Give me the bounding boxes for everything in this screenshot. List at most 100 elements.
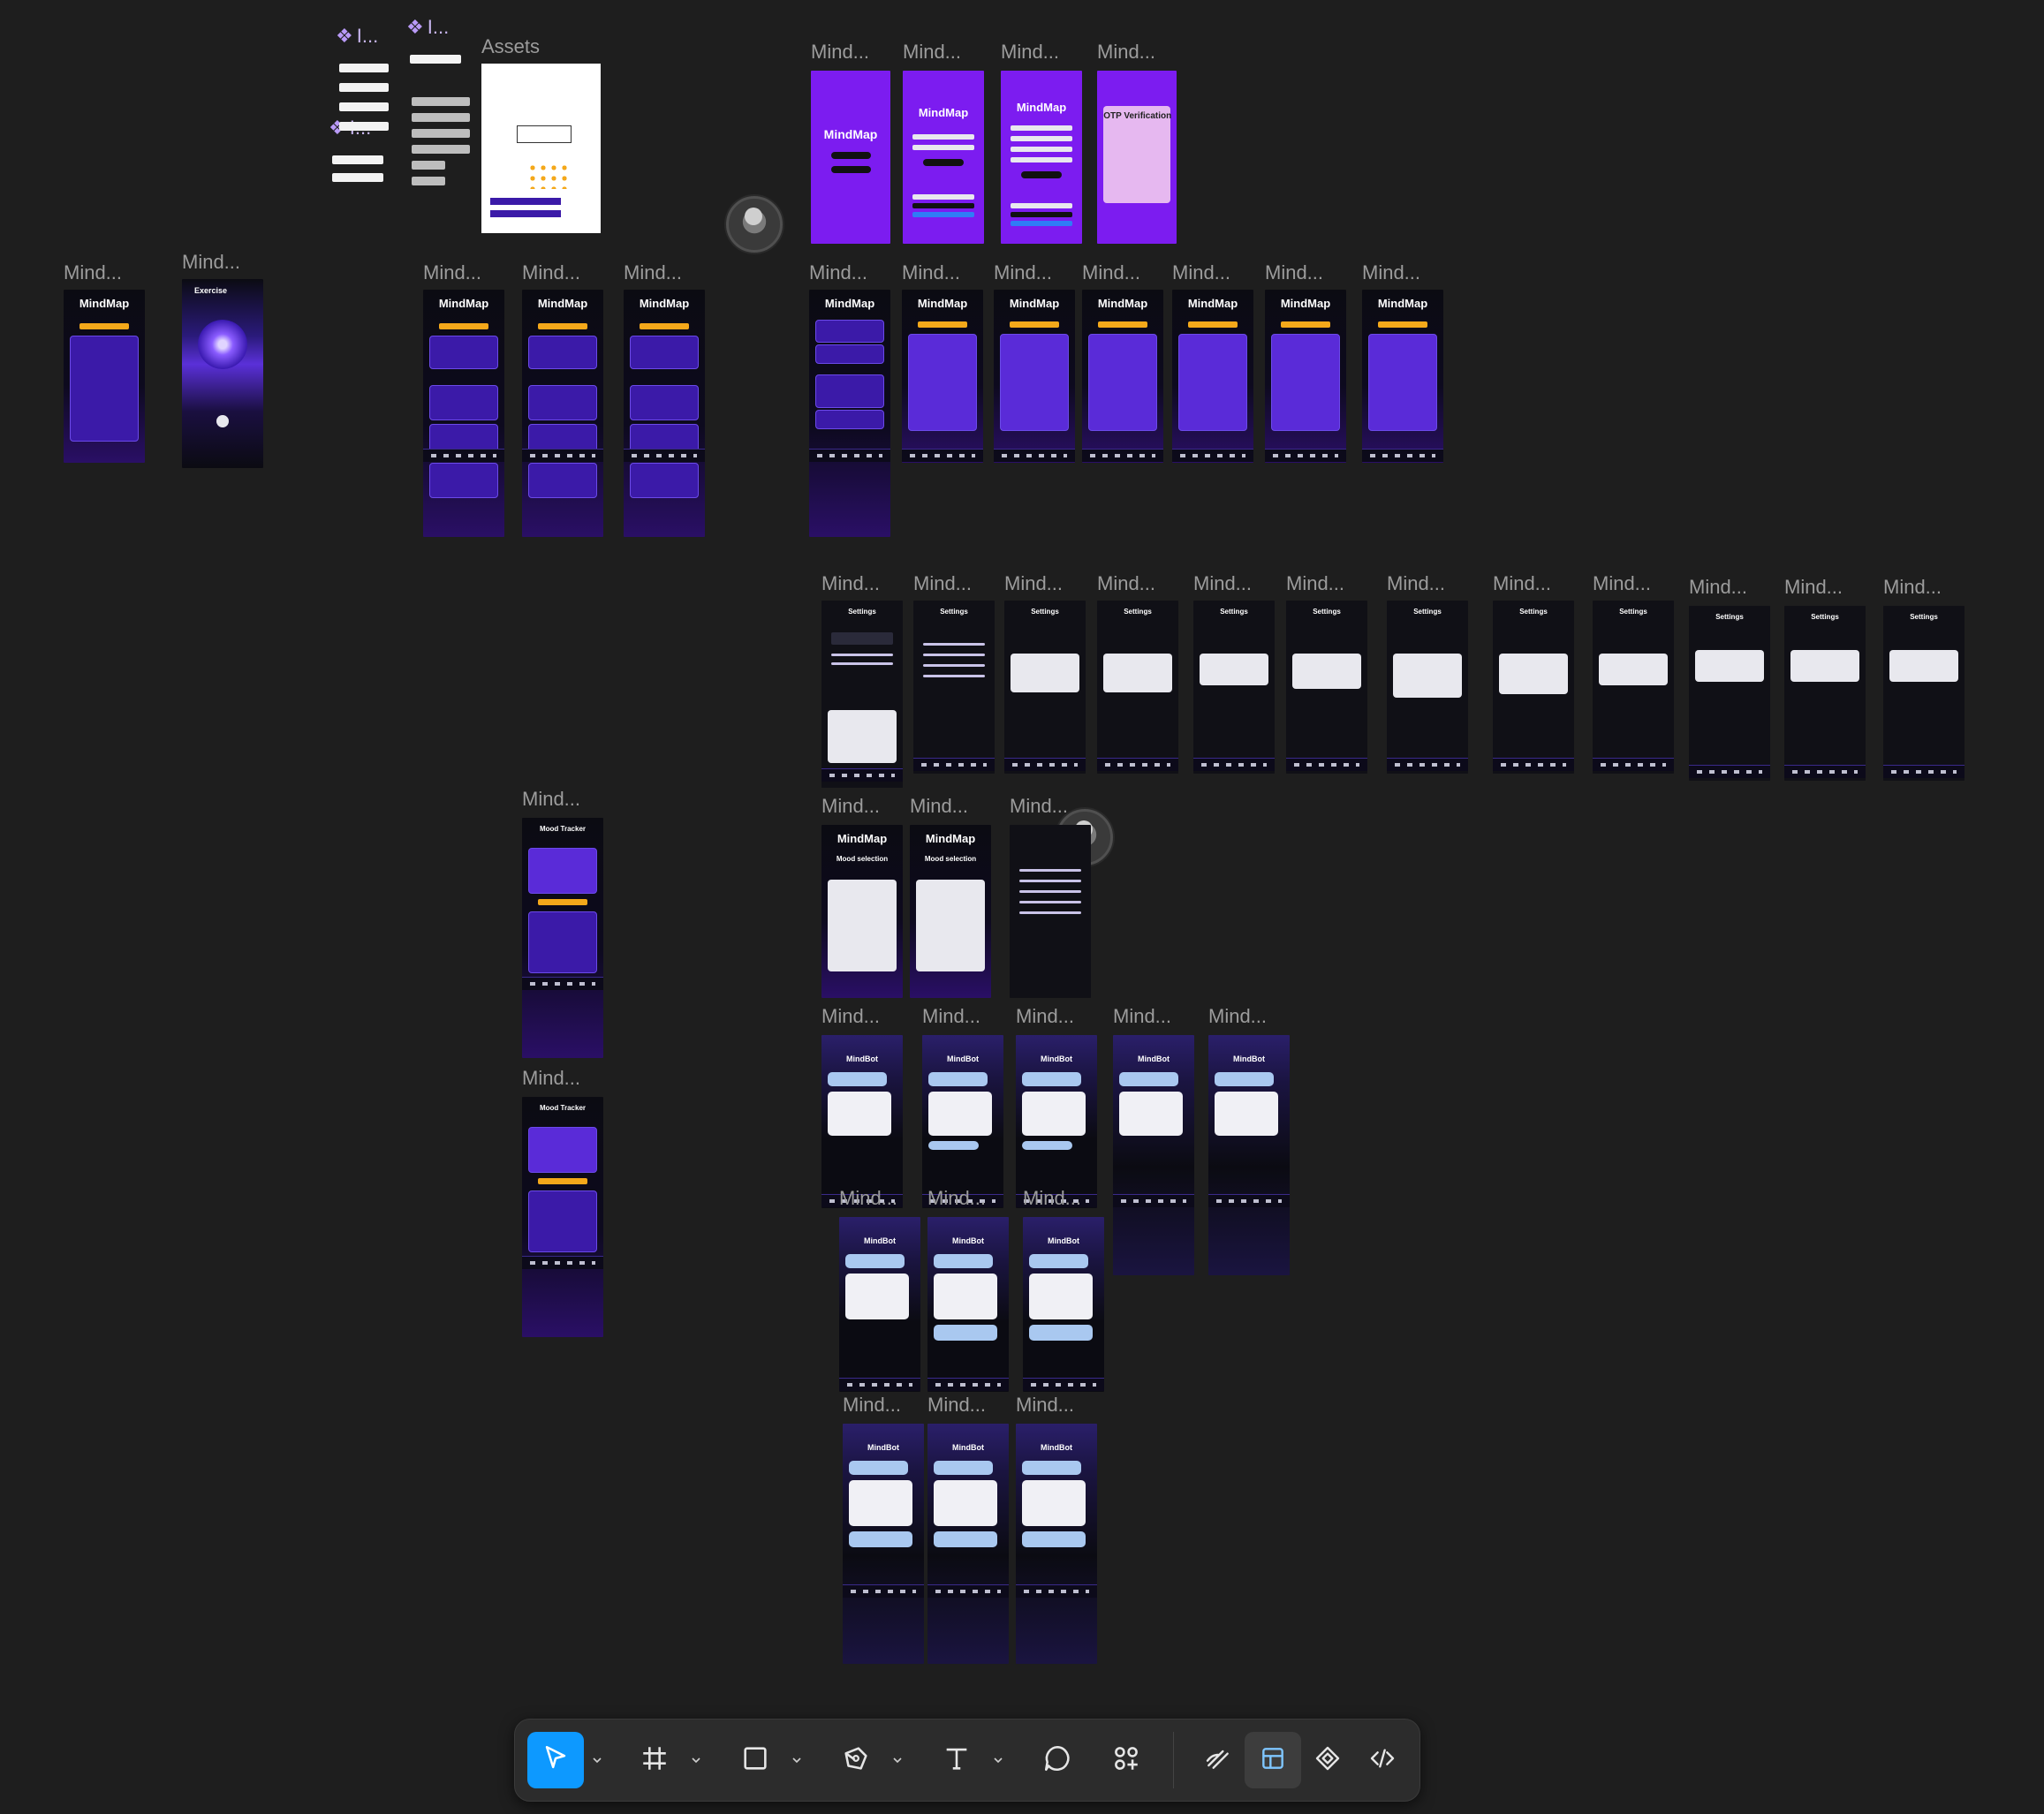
mood-selection-frame[interactable]: MindMap Mood selection [910, 825, 991, 998]
frame-label[interactable]: Mind... [1593, 572, 1651, 595]
settings-modal-frame[interactable]: Settings [1193, 601, 1275, 774]
frame-label[interactable]: Mind... [1016, 1394, 1074, 1417]
input-component[interactable] [412, 161, 445, 170]
frame-label[interactable]: Mind... [1265, 261, 1323, 284]
frame-label[interactable]: Mind... [1883, 576, 1942, 599]
frame-label[interactable]: Mind... [910, 795, 968, 818]
frame-label[interactable]: Mind... [1208, 1005, 1267, 1028]
frame-label[interactable]: Mind... [903, 41, 961, 64]
frame-label[interactable]: Mind... [821, 795, 880, 818]
frame-label[interactable]: Mind... [1001, 41, 1059, 64]
frame-label[interactable]: Mind... [1010, 795, 1068, 818]
assessment-frame[interactable]: MindMap [902, 290, 983, 463]
assessment-frame[interactable]: MindMap [994, 290, 1075, 463]
chat-frame[interactable]: MindBot [927, 1217, 1009, 1392]
chat-frame[interactable]: MindBot [1113, 1035, 1194, 1275]
mindfulness-list-frame[interactable]: MindMap [522, 290, 603, 537]
frame-label[interactable]: Mind... [1493, 572, 1551, 595]
frame-label[interactable]: Mind... [922, 1005, 980, 1028]
input-component[interactable] [339, 83, 389, 92]
settings-frame[interactable]: Settings [821, 601, 903, 788]
input-component[interactable] [332, 173, 383, 182]
dev-mode-button[interactable] [1354, 1732, 1411, 1788]
chat-frame[interactable]: MindBot [1016, 1035, 1097, 1208]
settings-frame[interactable]: Settings [913, 601, 995, 774]
frame-label[interactable]: Mind... [809, 261, 867, 284]
frame-label[interactable]: Mind... [522, 1067, 580, 1090]
frame-label[interactable]: Mind... [64, 261, 122, 284]
frame-label[interactable]: Mind... [423, 261, 481, 284]
chevron-down-icon[interactable] [787, 1732, 806, 1788]
frame-label[interactable]: Mind... [843, 1394, 901, 1417]
shape-tool-button[interactable] [727, 1732, 784, 1788]
draw-mode-button[interactable] [1190, 1732, 1246, 1788]
mood-history-frame[interactable] [1010, 825, 1091, 998]
input-component[interactable] [339, 64, 389, 72]
assets-frame-label[interactable]: Assets [481, 35, 540, 58]
frame-label[interactable]: Mind... [1016, 1005, 1074, 1028]
frame-tool-button[interactable] [626, 1732, 683, 1788]
frame-label[interactable]: Mind... [1097, 41, 1155, 64]
frame-label[interactable]: Mind... [1689, 576, 1747, 599]
collaborator-avatar[interactable] [726, 196, 783, 253]
login-screen-frame[interactable]: MindMap [903, 71, 984, 244]
actions-tool-button[interactable] [1098, 1732, 1154, 1788]
settings-modal-frame[interactable]: Settings [1784, 606, 1866, 781]
input-component[interactable] [339, 122, 389, 131]
frame-label[interactable]: Mind... [1362, 261, 1420, 284]
text-tool-button[interactable] [928, 1732, 985, 1788]
component-label[interactable]: ❖I... [406, 16, 449, 39]
assets-frame[interactable] [481, 64, 601, 233]
frame-label[interactable]: Mind... [1193, 572, 1252, 595]
comment-tool-button[interactable] [1029, 1732, 1086, 1788]
frame-label[interactable]: Mind... [182, 251, 240, 274]
assessment-frame[interactable]: MindMap [1082, 290, 1163, 463]
frame-label[interactable]: Mind... [1004, 572, 1063, 595]
frame-label[interactable]: Mind... [1113, 1005, 1171, 1028]
frame-label[interactable]: Mind... [821, 1005, 880, 1028]
input-component[interactable] [412, 145, 470, 154]
frame-label[interactable]: Mind... [522, 261, 580, 284]
design-canvas[interactable]: ❖I... ❖I... ❖I... Assets Mind... MindMap… [0, 0, 2044, 1814]
frame-label[interactable]: Mind... [1082, 261, 1140, 284]
mood-tracker-frame[interactable]: Mood Tracker [522, 1097, 603, 1337]
frame-label[interactable]: Mind... [821, 572, 880, 595]
chevron-down-icon[interactable] [587, 1732, 607, 1788]
frame-label[interactable]: Mind... [811, 41, 869, 64]
home-screen-frame[interactable]: MindMap [809, 290, 890, 537]
settings-modal-frame[interactable]: Settings [1493, 601, 1574, 774]
chevron-down-icon[interactable] [988, 1732, 1008, 1788]
activity-detail-frame[interactable]: MindMap [64, 290, 145, 463]
exercise-player-frame[interactable]: Exercise [182, 279, 263, 468]
settings-modal-frame[interactable]: Settings [1004, 601, 1086, 774]
input-component[interactable] [412, 129, 470, 138]
splash-screen-frame[interactable]: MindMap [811, 71, 890, 244]
frame-label[interactable]: Mind... [1784, 576, 1843, 599]
frame-label[interactable]: Mind... [994, 261, 1052, 284]
register-screen-frame[interactable]: MindMap [1001, 71, 1082, 244]
settings-modal-frame[interactable]: Settings [1286, 601, 1367, 774]
settings-modal-frame[interactable]: Settings [1593, 601, 1674, 774]
frame-label[interactable]: Mind... [913, 572, 972, 595]
frame-label[interactable]: Mind... [522, 788, 580, 811]
mood-selection-frame[interactable]: MindMap Mood selection [821, 825, 903, 998]
frame-label[interactable]: Mind... [1097, 572, 1155, 595]
frame-label[interactable]: Mind... [1172, 261, 1230, 284]
frame-label[interactable]: Mind... [927, 1394, 986, 1417]
frame-label[interactable]: Mind... [927, 1187, 986, 1210]
assessment-result-frame[interactable]: MindMap [1362, 290, 1443, 463]
chat-frame[interactable]: MindBot [1016, 1424, 1097, 1664]
chat-frame[interactable]: MindBot [922, 1035, 1003, 1208]
settings-modal-frame[interactable]: Settings [1387, 601, 1468, 774]
chevron-down-icon[interactable] [686, 1732, 706, 1788]
frame-label[interactable]: Mind... [1387, 572, 1445, 595]
settings-modal-frame[interactable]: Settings [1883, 606, 1965, 781]
input-component[interactable] [412, 113, 470, 122]
prototype-mode-button[interactable] [1299, 1732, 1356, 1788]
mindfulness-list-frame[interactable]: MindMap [624, 290, 705, 537]
input-component[interactable] [410, 55, 461, 64]
otp-screen-frame[interactable]: OTP Verification [1097, 71, 1177, 244]
settings-modal-frame[interactable]: Settings [1097, 601, 1178, 774]
input-component[interactable] [412, 177, 445, 185]
mood-tracker-frame[interactable]: Mood Tracker [522, 818, 603, 1058]
